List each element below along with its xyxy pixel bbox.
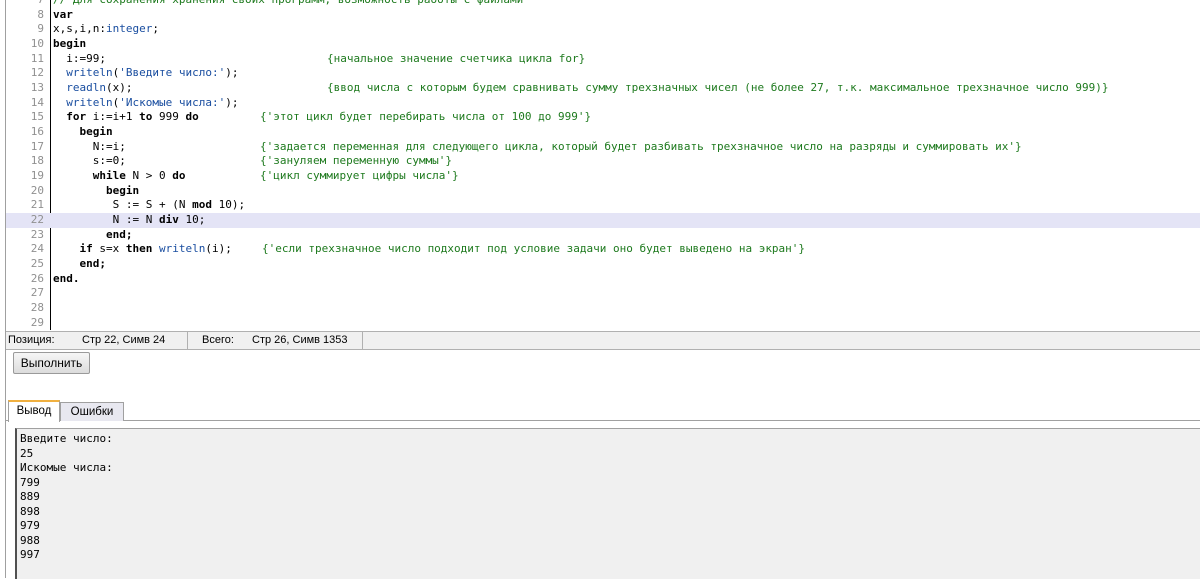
line-number: 8 xyxy=(37,7,44,21)
code-line[interactable]: 27 xyxy=(6,286,1200,301)
line-number: 21 xyxy=(30,198,44,212)
line-number: 17 xyxy=(30,139,44,153)
code-text: begin xyxy=(53,37,87,50)
code-text: if s=x then writeln(i); xyxy=(79,242,232,256)
code-text: for i:=i+1 to 999 do xyxy=(66,110,199,124)
code-comment: // Для сохранения хранения своих програм… xyxy=(53,0,523,8)
line-number: 26 xyxy=(30,271,44,285)
code-text: begin xyxy=(53,183,140,197)
line-number: 25 xyxy=(30,257,44,271)
status-separator xyxy=(362,332,363,349)
code-line[interactable]: 7 // Для сохранения хранения своих програ… xyxy=(6,0,1200,8)
total-value: Стр 26, Симв 1353 xyxy=(252,334,348,346)
tab-errors[interactable]: Ошибки xyxy=(60,402,124,421)
tab-output[interactable]: Вывод xyxy=(8,400,60,422)
code-line[interactable]: 26 end. xyxy=(6,272,1200,287)
code-line[interactable]: 16 begin xyxy=(6,125,1200,140)
status-bar: Позиция: Стр 22, Симв 24 Всего: Стр 26, … xyxy=(6,331,1200,350)
output-line: 799 xyxy=(20,475,40,489)
line-number: 11 xyxy=(30,51,44,65)
code-text: N := N div 10; xyxy=(53,213,206,227)
code-line[interactable]: 21 S := S + (N mod 10); xyxy=(6,198,1200,213)
output-tabs: Вывод Ошибки xyxy=(6,400,1200,422)
code-line[interactable]: 11 i:=99; {начальное значение счетчика ци… xyxy=(6,52,1200,67)
code-text: x,s,i,n:integer; xyxy=(53,22,159,36)
line-number: 24 xyxy=(30,242,44,256)
code-comment: {ввод числа с которым будем сравнивать с… xyxy=(327,81,1109,95)
output-line: 898 xyxy=(20,504,40,518)
code-comment: {'задается переменная для следующего цик… xyxy=(260,139,1022,153)
line-number: 7 xyxy=(6,0,44,8)
code-text: readln(x); xyxy=(66,81,133,95)
code-text: var xyxy=(53,7,73,21)
code-line[interactable]: 20 begin xyxy=(6,184,1200,199)
code-editor[interactable]: 7 // Для сохранения хранения своих програ… xyxy=(6,0,1200,330)
code-line[interactable]: 14 writeln('Искомые числа:'); xyxy=(6,96,1200,111)
code-line[interactable]: 28 xyxy=(6,301,1200,316)
output-line: 25 xyxy=(20,446,34,460)
line-number: 10 xyxy=(30,37,44,50)
code-line[interactable]: 9 x,s,i,n:integer; xyxy=(6,22,1200,37)
line-number: 16 xyxy=(30,125,44,139)
code-line[interactable]: 29 xyxy=(6,316,1200,330)
line-number: 13 xyxy=(30,81,44,95)
code-text: i:=99; xyxy=(53,51,106,65)
code-line[interactable]: 10 begin xyxy=(6,37,1200,52)
code-line[interactable]: 17 N:=i; {'задается переменная для следую… xyxy=(6,140,1200,155)
status-separator xyxy=(187,332,188,349)
code-line[interactable]: 24 if s=x then writeln(i); {'если трехзна… xyxy=(6,242,1200,257)
code-line-current[interactable]: 22 N := N div 10; xyxy=(6,213,1200,228)
line-number: 27 xyxy=(30,286,44,300)
output-line: 988 xyxy=(20,533,40,547)
output-line: 889 xyxy=(20,490,40,503)
code-text: end; xyxy=(53,227,133,241)
code-text: end; xyxy=(53,257,106,271)
code-line[interactable]: 8 var xyxy=(6,8,1200,23)
line-number: 9 xyxy=(37,22,44,36)
code-comment: {'этот цикл будет перебирать числа от 10… xyxy=(260,110,592,124)
line-number: 12 xyxy=(30,66,44,80)
line-number: 22 xyxy=(30,213,44,227)
line-number: 29 xyxy=(30,315,44,329)
code-text: s:=0; xyxy=(53,154,126,168)
code-text: begin xyxy=(53,125,113,139)
code-text: S := S + (N mod 10); xyxy=(53,198,246,212)
line-number: 18 xyxy=(30,154,44,168)
code-comment: {'если трехзначное число подходит под ус… xyxy=(262,242,806,256)
output-line: 997 xyxy=(20,548,40,561)
code-line[interactable]: 23 end; xyxy=(6,228,1200,243)
position-label: Позиция: xyxy=(8,334,55,346)
output-line: Искомые числа: xyxy=(20,461,113,474)
line-number: 23 xyxy=(30,227,44,241)
line-number: 15 xyxy=(30,110,44,124)
line-number: 14 xyxy=(30,95,44,109)
code-text: N:=i; xyxy=(53,139,126,153)
code-line[interactable]: 25 end; xyxy=(6,257,1200,272)
line-number: 19 xyxy=(30,169,44,183)
code-line[interactable]: 12 writeln('Введите число:'); xyxy=(6,66,1200,81)
line-number: 28 xyxy=(30,301,44,315)
code-text: writeln('Введите число:'); xyxy=(66,66,239,80)
output-panel[interactable]: Введите число: 25 Искомые числа: 799 889 898 9… xyxy=(15,428,1200,579)
code-line[interactable]: 15 for i:=i+1 to 999 do {'этот цикл будет… xyxy=(6,110,1200,125)
code-comment: {'цикл суммирует цифры числа'} xyxy=(260,169,459,183)
code-text: writeln('Искомые числа:'); xyxy=(66,95,239,109)
code-comment: {начальное значение счетчика цикла for} xyxy=(327,51,586,65)
position-value: Стр 22, Симв 24 xyxy=(82,334,166,346)
output-line: Введите число: xyxy=(20,432,113,445)
total-label: Всего: xyxy=(202,334,234,346)
code-line[interactable]: 19 while N > 0 do {'цикл суммирует цифры … xyxy=(6,169,1200,184)
code-comment: {'зануляем переменную суммы'} xyxy=(260,154,453,168)
code-line[interactable]: 18 s:=0; {'зануляем переменную суммы'} xyxy=(6,154,1200,169)
code-text: end. xyxy=(53,271,80,285)
output-line: 979 xyxy=(20,519,40,532)
line-number: 20 xyxy=(30,183,44,197)
code-text: while N > 0 do xyxy=(92,169,186,183)
code-line[interactable]: 13 readln(x); {ввод числа с которым будем… xyxy=(6,81,1200,96)
run-button[interactable]: Выполнить xyxy=(13,352,90,374)
